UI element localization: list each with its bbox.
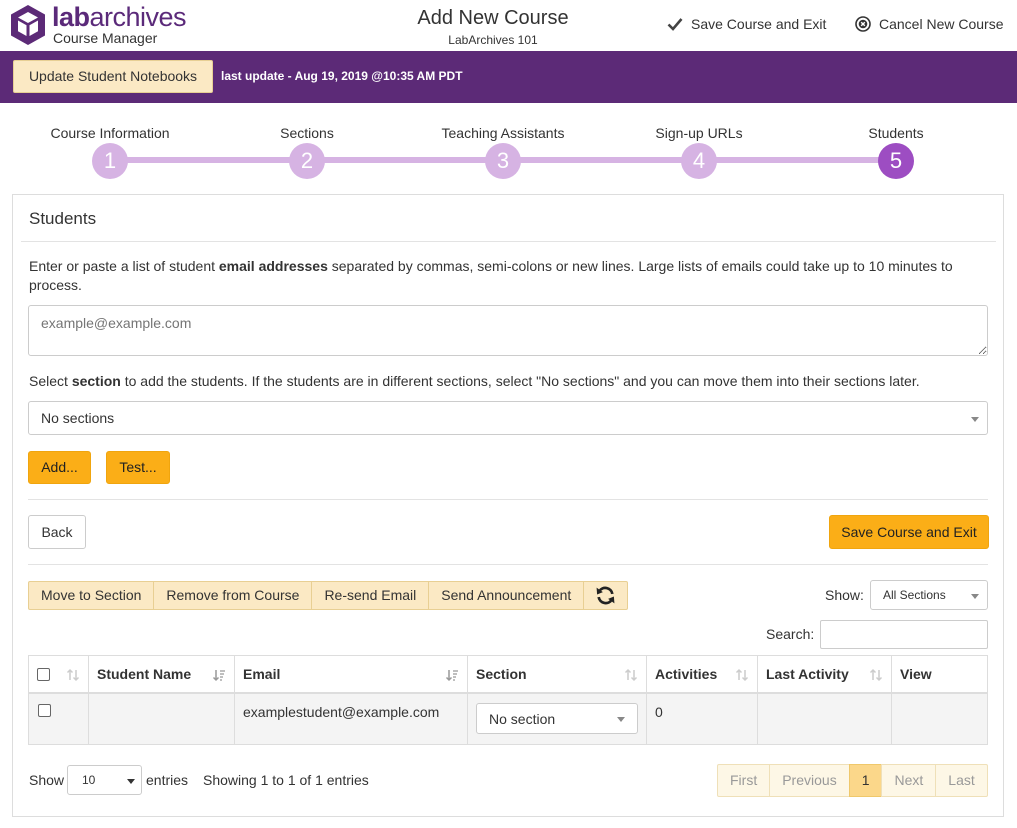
view-cell: [891, 692, 988, 745]
course-name: LabArchives 101: [448, 33, 538, 47]
page-title: Add New Course: [417, 7, 569, 29]
step-sign-up-urls[interactable]: Sign-up URLs 4: [624, 125, 774, 179]
show-sections-value: All Sections: [883, 588, 946, 602]
search-label: Search:: [766, 626, 815, 642]
update-student-notebooks-button[interactable]: Update Student Notebooks: [13, 60, 213, 93]
cancel-new-course-link[interactable]: Cancel New Course: [855, 16, 1004, 32]
refresh-button[interactable]: [583, 581, 629, 610]
row-checkbox-cell: [28, 692, 89, 745]
table-header-row: Student Name Email Section Activities La…: [28, 655, 988, 694]
students-panel: Students Enter or paste a list of studen…: [12, 194, 1004, 817]
step-number: 1: [92, 143, 128, 179]
column-activities[interactable]: Activities: [646, 655, 758, 694]
step-number: 4: [681, 143, 717, 179]
top-header: labarchives Course Manager Add New Cours…: [0, 0, 1017, 51]
divider: [21, 241, 996, 242]
column-student-name[interactable]: Student Name: [88, 655, 235, 694]
status-bar: Update Student Notebooks last update - A…: [0, 51, 1017, 103]
last-update-text: last update - Aug 19, 2019 @10:35 AM PDT: [221, 69, 463, 83]
column-view: View: [891, 655, 988, 694]
send-announcement-button[interactable]: Send Announcement: [428, 581, 585, 610]
chevron-down-icon: [971, 417, 979, 422]
student-name-cell: [88, 692, 235, 745]
panel-title: Students: [29, 209, 97, 228]
search-input[interactable]: [820, 620, 988, 649]
sort-icon: [735, 668, 749, 682]
column-section[interactable]: Section: [467, 655, 647, 694]
page-size-value: 10: [82, 773, 96, 787]
step-teaching-assistants[interactable]: Teaching Assistants 3: [428, 125, 578, 179]
page-size-label: Show: [29, 772, 65, 788]
section-instructions: Select section to add the students. If t…: [29, 373, 920, 389]
chevron-down-icon: [617, 716, 625, 722]
show-sections-select[interactable]: All Sections: [870, 580, 988, 610]
sort-icon: [869, 668, 883, 682]
add-students-button[interactable]: Add...: [28, 451, 91, 484]
labarchives-logo-icon: [11, 5, 45, 45]
sort-descending-icon: [212, 670, 225, 682]
section-cell: No section: [467, 692, 647, 745]
page-size-select[interactable]: 10: [67, 765, 142, 795]
sort-descending-icon: [445, 670, 458, 682]
select-all-header: [28, 655, 89, 694]
save-course-exit-button[interactable]: Save Course and Exit: [829, 515, 989, 549]
previous-page-button[interactable]: Previous: [769, 764, 850, 797]
refresh-icon: [596, 586, 615, 605]
step-number: 3: [485, 143, 521, 179]
step-number-active: 5: [878, 143, 914, 179]
row-checkbox[interactable]: [38, 703, 51, 717]
table-info: Showing 1 to 1 of 1 entries: [203, 772, 369, 788]
last-page-button[interactable]: Last: [935, 764, 988, 797]
chevron-down-icon: [971, 594, 979, 599]
table-row: examplestudent@example.com No section 0: [28, 692, 988, 745]
remove-from-course-button[interactable]: Remove from Course: [153, 581, 313, 610]
step-students[interactable]: Students 5: [821, 125, 971, 179]
section-select[interactable]: No sections: [28, 401, 988, 435]
first-page-button[interactable]: First: [717, 764, 771, 797]
close-circle-icon: [855, 16, 871, 32]
email-instructions: Enter or paste a list of student email a…: [29, 258, 953, 293]
test-button[interactable]: Test...: [106, 451, 170, 484]
student-emails-textarea[interactable]: [28, 305, 988, 356]
divider: [28, 564, 988, 565]
student-actions-toolbar: Move to Section Remove from Course Re-se…: [28, 581, 629, 610]
save-course-exit-link[interactable]: Save Course and Exit: [667, 16, 826, 32]
row-section-value: No section: [489, 710, 556, 727]
students-table: Student Name Email Section Activities La…: [28, 655, 988, 745]
back-button[interactable]: Back: [28, 515, 86, 549]
sort-icon[interactable]: [66, 668, 80, 682]
page-1-button[interactable]: 1: [848, 764, 883, 797]
divider: [28, 499, 988, 500]
chevron-down-icon: [127, 779, 135, 784]
step-course-information[interactable]: Course Information 1: [35, 125, 185, 179]
activities-cell: 0: [646, 692, 758, 745]
resend-email-button[interactable]: Re-send Email: [311, 581, 430, 610]
select-all-checkbox[interactable]: [37, 667, 50, 681]
checkmark-icon: [667, 18, 683, 31]
move-to-section-button[interactable]: Move to Section: [28, 581, 155, 610]
email-cell: examplestudent@example.com: [234, 692, 468, 745]
row-section-select[interactable]: No section: [476, 702, 638, 734]
column-last-activity[interactable]: Last Activity: [757, 655, 892, 694]
entries-label: entries: [146, 772, 189, 788]
pagination: First Previous 1 Next Last: [717, 764, 988, 797]
step-number: 2: [289, 143, 325, 179]
step-sections[interactable]: Sections 2: [232, 125, 382, 179]
next-page-button[interactable]: Next: [881, 764, 937, 797]
column-email[interactable]: Email: [234, 655, 468, 694]
show-sections-label: Show:: [825, 587, 864, 603]
last-activity-cell: [757, 692, 892, 745]
brand-subtitle: Course Manager: [53, 30, 158, 46]
brand-name: labarchives: [52, 2, 187, 32]
sort-icon: [624, 668, 638, 682]
section-select-value: No sections: [41, 410, 115, 426]
